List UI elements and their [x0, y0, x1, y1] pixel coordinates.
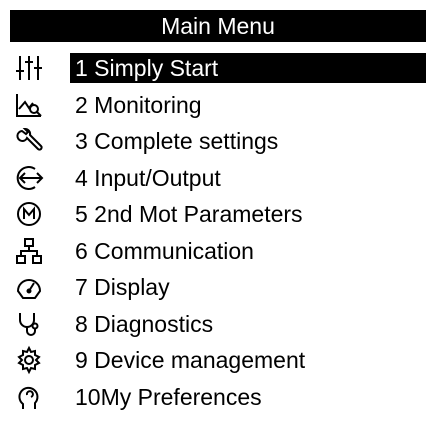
menu-item-label: 4 Input/Output — [75, 164, 221, 191]
input-output-icon — [14, 163, 44, 193]
stethoscope-icon — [14, 309, 44, 339]
menu-item-label: 2 Monitoring — [75, 91, 202, 118]
gauge-icon — [14, 272, 44, 302]
menu-item-monitoring[interactable]: 2 Monitoring — [0, 87, 435, 124]
menu-item-communication[interactable]: 6 Communication — [0, 233, 435, 270]
menu-item-input-output[interactable]: 4 Input/Output — [0, 160, 435, 197]
wrench-icon — [14, 126, 44, 156]
menu-item-diagnostics[interactable]: 8 Diagnostics — [0, 306, 435, 343]
menu-item-label: 6 Communication — [75, 237, 254, 264]
menu-item-2nd-mot-parameters[interactable]: 5 2nd Mot Parameters — [0, 196, 435, 233]
main-menu-screen: Main Menu 1 Simply Start 2 Monitoring 3 … — [0, 0, 435, 421]
motor-icon — [14, 199, 44, 229]
menu-item-label: 8 Diagnostics — [75, 310, 214, 337]
sliders-icon — [14, 53, 44, 83]
menu-item-display[interactable]: 7 Display — [0, 269, 435, 306]
menu-item-label: 3 Complete settings — [75, 128, 279, 154]
menu-item-label: 9 Device management — [75, 347, 306, 373]
main-menu-list: 1 Simply Start 2 Monitoring 3 Complete s… — [0, 50, 435, 415]
menu-item-label: 10My Preferences — [75, 383, 262, 410]
menu-item-label: 1 Simply Start — [75, 55, 219, 81]
menu-item-my-preferences[interactable]: 10My Preferences — [0, 379, 435, 416]
menu-item-label: 5 2nd Mot Parameters — [75, 201, 303, 227]
network-icon — [14, 236, 44, 266]
gear-icon — [14, 345, 44, 375]
menu-item-device-management[interactable]: 9 Device management — [0, 342, 435, 379]
menu-title: Main Menu — [10, 10, 426, 42]
menu-item-complete-settings[interactable]: 3 Complete settings — [0, 123, 435, 160]
menu-item-label: 7 Display — [75, 274, 170, 300]
user-head-icon — [14, 382, 44, 412]
menu-item-simply-start[interactable]: 1 Simply Start — [0, 50, 435, 87]
monitoring-chart-icon — [14, 90, 44, 120]
